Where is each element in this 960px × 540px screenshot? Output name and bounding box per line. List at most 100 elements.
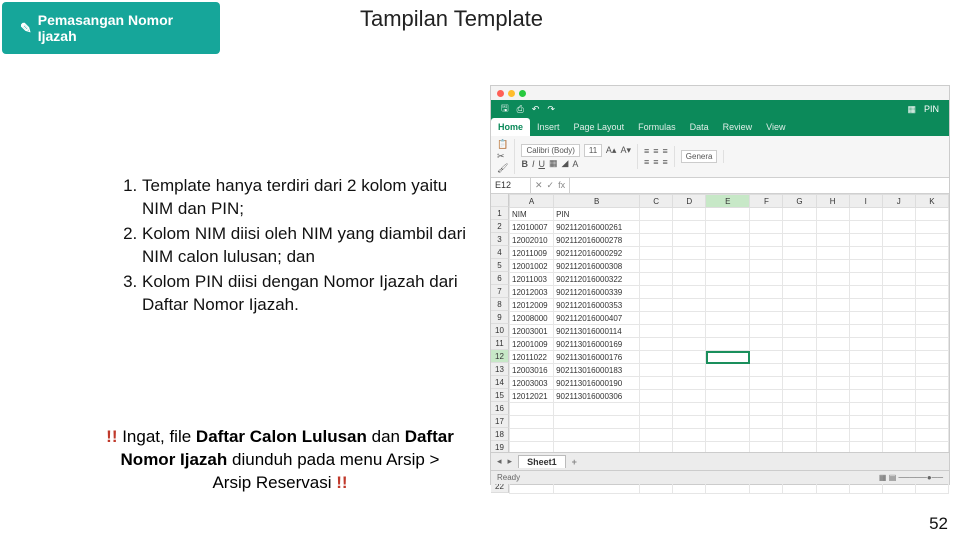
cell[interactable] bbox=[816, 312, 849, 325]
row-header[interactable]: 14 bbox=[491, 376, 509, 389]
cell[interactable]: 12011009 bbox=[510, 247, 554, 260]
cell[interactable] bbox=[750, 403, 783, 416]
cell[interactable] bbox=[882, 260, 915, 273]
cell[interactable] bbox=[849, 247, 882, 260]
cell[interactable] bbox=[816, 273, 849, 286]
cell[interactable] bbox=[750, 429, 783, 442]
cell[interactable] bbox=[750, 299, 783, 312]
cell[interactable]: NIM bbox=[510, 208, 554, 221]
ribbon-tab-formulas[interactable]: Formulas bbox=[631, 118, 683, 136]
cell[interactable] bbox=[640, 273, 673, 286]
cell[interactable] bbox=[673, 208, 706, 221]
cell[interactable] bbox=[882, 247, 915, 260]
align-center-icon[interactable]: ≡ bbox=[653, 157, 658, 167]
cell[interactable] bbox=[640, 299, 673, 312]
cell[interactable]: 12008000 bbox=[510, 312, 554, 325]
cell[interactable] bbox=[783, 273, 816, 286]
cell[interactable] bbox=[750, 377, 783, 390]
cell[interactable]: 902113016000114 bbox=[554, 325, 640, 338]
cell[interactable] bbox=[915, 273, 948, 286]
cell[interactable] bbox=[783, 403, 816, 416]
cell[interactable] bbox=[640, 234, 673, 247]
cell[interactable] bbox=[849, 403, 882, 416]
zoom-dot[interactable] bbox=[519, 90, 526, 97]
cell[interactable] bbox=[750, 208, 783, 221]
cell[interactable] bbox=[783, 416, 816, 429]
cell[interactable] bbox=[640, 364, 673, 377]
font-size-select[interactable]: 11 bbox=[584, 144, 602, 157]
cell[interactable] bbox=[816, 338, 849, 351]
col-header[interactable]: A bbox=[510, 195, 554, 208]
cell[interactable]: 12012003 bbox=[510, 286, 554, 299]
cell[interactable]: 12012009 bbox=[510, 299, 554, 312]
cell[interactable] bbox=[816, 377, 849, 390]
cell[interactable] bbox=[673, 299, 706, 312]
cell[interactable] bbox=[750, 364, 783, 377]
cell[interactable] bbox=[706, 338, 750, 351]
cell[interactable]: 902112016000353 bbox=[554, 299, 640, 312]
cell[interactable] bbox=[750, 260, 783, 273]
cell[interactable] bbox=[882, 364, 915, 377]
cell[interactable] bbox=[816, 429, 849, 442]
cell[interactable] bbox=[554, 403, 640, 416]
cell[interactable] bbox=[882, 208, 915, 221]
cell[interactable] bbox=[783, 260, 816, 273]
cell[interactable] bbox=[882, 338, 915, 351]
cell[interactable] bbox=[673, 312, 706, 325]
cell[interactable] bbox=[882, 273, 915, 286]
row-header[interactable]: 7 bbox=[491, 285, 509, 298]
font-name-select[interactable]: Calibri (Body) bbox=[521, 144, 579, 157]
cell[interactable]: 902112016000292 bbox=[554, 247, 640, 260]
cell[interactable] bbox=[706, 234, 750, 247]
row-header[interactable]: 1 bbox=[491, 207, 509, 220]
save-icon[interactable]: 🖫 bbox=[501, 101, 509, 117]
cell[interactable] bbox=[783, 429, 816, 442]
cell[interactable]: 12001002 bbox=[510, 260, 554, 273]
row-header[interactable]: 16 bbox=[491, 402, 509, 415]
cell[interactable] bbox=[915, 416, 948, 429]
cell[interactable] bbox=[849, 221, 882, 234]
bold-icon[interactable]: B bbox=[521, 159, 528, 169]
cell[interactable] bbox=[706, 351, 750, 364]
cell[interactable] bbox=[640, 221, 673, 234]
cell[interactable] bbox=[783, 377, 816, 390]
col-header[interactable]: H bbox=[816, 195, 849, 208]
cell[interactable] bbox=[882, 403, 915, 416]
cell[interactable] bbox=[554, 416, 640, 429]
cell[interactable] bbox=[816, 286, 849, 299]
cell[interactable] bbox=[915, 338, 948, 351]
row-header[interactable]: 6 bbox=[491, 272, 509, 285]
row-header[interactable]: 9 bbox=[491, 311, 509, 324]
cell[interactable] bbox=[915, 351, 948, 364]
cell[interactable] bbox=[816, 364, 849, 377]
cell[interactable] bbox=[640, 351, 673, 364]
name-box[interactable]: E12 bbox=[491, 178, 531, 193]
cell[interactable] bbox=[673, 325, 706, 338]
cell[interactable] bbox=[673, 390, 706, 403]
cell[interactable] bbox=[640, 312, 673, 325]
row-header[interactable]: 11 bbox=[491, 337, 509, 350]
cell[interactable] bbox=[783, 247, 816, 260]
cell[interactable] bbox=[750, 221, 783, 234]
cell[interactable] bbox=[706, 364, 750, 377]
cell[interactable] bbox=[882, 299, 915, 312]
close-dot[interactable] bbox=[497, 90, 504, 97]
cell[interactable] bbox=[783, 299, 816, 312]
paste-icon[interactable]: 📋 bbox=[497, 139, 508, 150]
cell[interactable] bbox=[849, 299, 882, 312]
cell[interactable] bbox=[673, 403, 706, 416]
cell[interactable] bbox=[640, 429, 673, 442]
align-left-icon[interactable]: ≡ bbox=[644, 157, 649, 167]
cell[interactable] bbox=[640, 247, 673, 260]
font-color-icon[interactable]: A bbox=[572, 159, 578, 169]
col-header[interactable]: D bbox=[673, 195, 706, 208]
col-header[interactable]: C bbox=[640, 195, 673, 208]
col-header[interactable]: B bbox=[554, 195, 640, 208]
row-header[interactable]: 4 bbox=[491, 246, 509, 259]
number-format-select[interactable]: Genera bbox=[681, 150, 718, 163]
cell[interactable] bbox=[882, 351, 915, 364]
align-bottom-icon[interactable]: ≡ bbox=[663, 146, 668, 156]
cell[interactable] bbox=[849, 208, 882, 221]
cell[interactable] bbox=[915, 208, 948, 221]
cell[interactable] bbox=[640, 390, 673, 403]
